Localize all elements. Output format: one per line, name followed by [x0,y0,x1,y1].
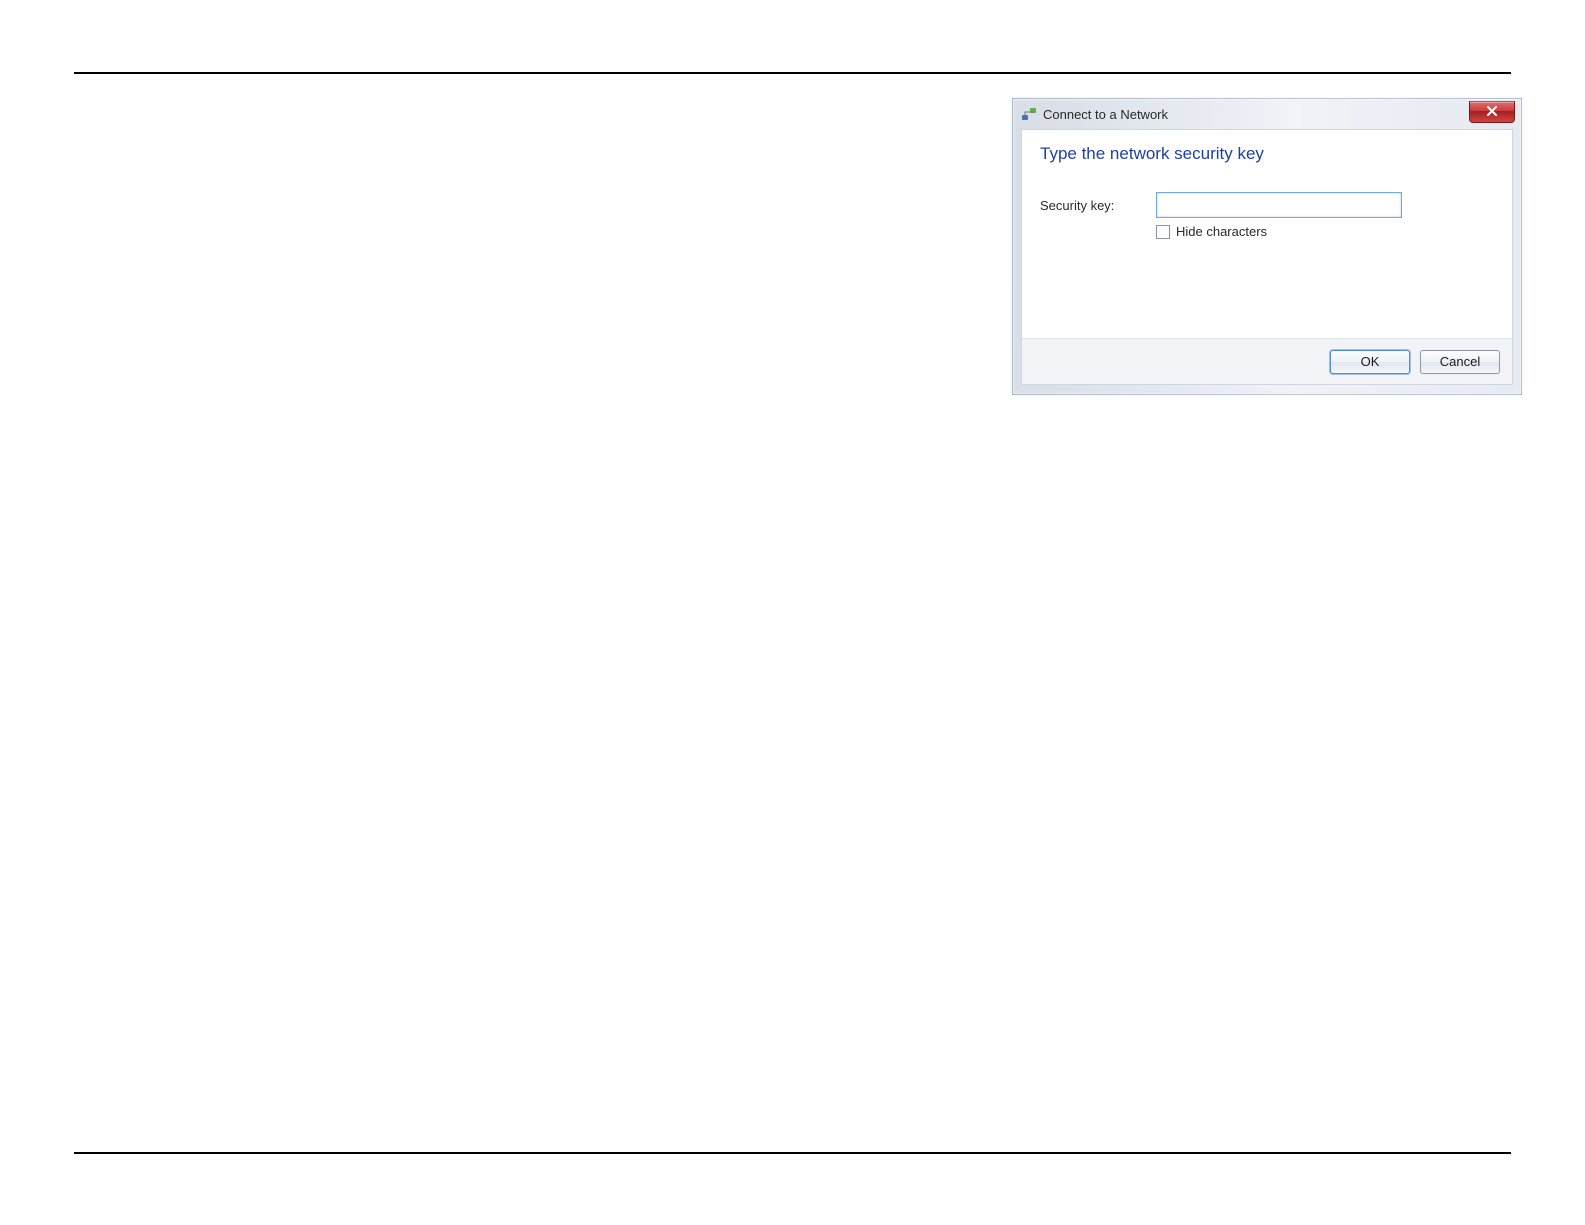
page-top-rule [74,72,1511,74]
close-button[interactable] [1469,101,1515,123]
hide-characters-row: Hide characters [1156,224,1494,239]
security-key-input[interactable] [1156,192,1402,218]
dialog-connect-network: Connect to a Network Type the network se… [1012,98,1522,395]
titlebar[interactable]: Connect to a Network [1013,99,1521,129]
hide-characters-label[interactable]: Hide characters [1176,224,1267,239]
dialog-footer: OK Cancel [1022,338,1512,384]
cancel-button[interactable]: Cancel [1420,350,1500,374]
dialog-body: Type the network security key Security k… [1022,130,1512,338]
security-key-row: Security key: [1040,192,1494,218]
dialog-body-panel: Type the network security key Security k… [1021,129,1513,385]
hide-characters-checkbox[interactable] [1156,225,1170,239]
ok-button[interactable]: OK [1330,350,1410,374]
dialog-heading: Type the network security key [1040,144,1494,164]
network-icon [1021,106,1037,122]
close-icon [1487,106,1497,118]
dialog-title: Connect to a Network [1043,107,1168,122]
page-bottom-rule [74,1152,1511,1154]
security-key-label: Security key: [1040,198,1156,213]
